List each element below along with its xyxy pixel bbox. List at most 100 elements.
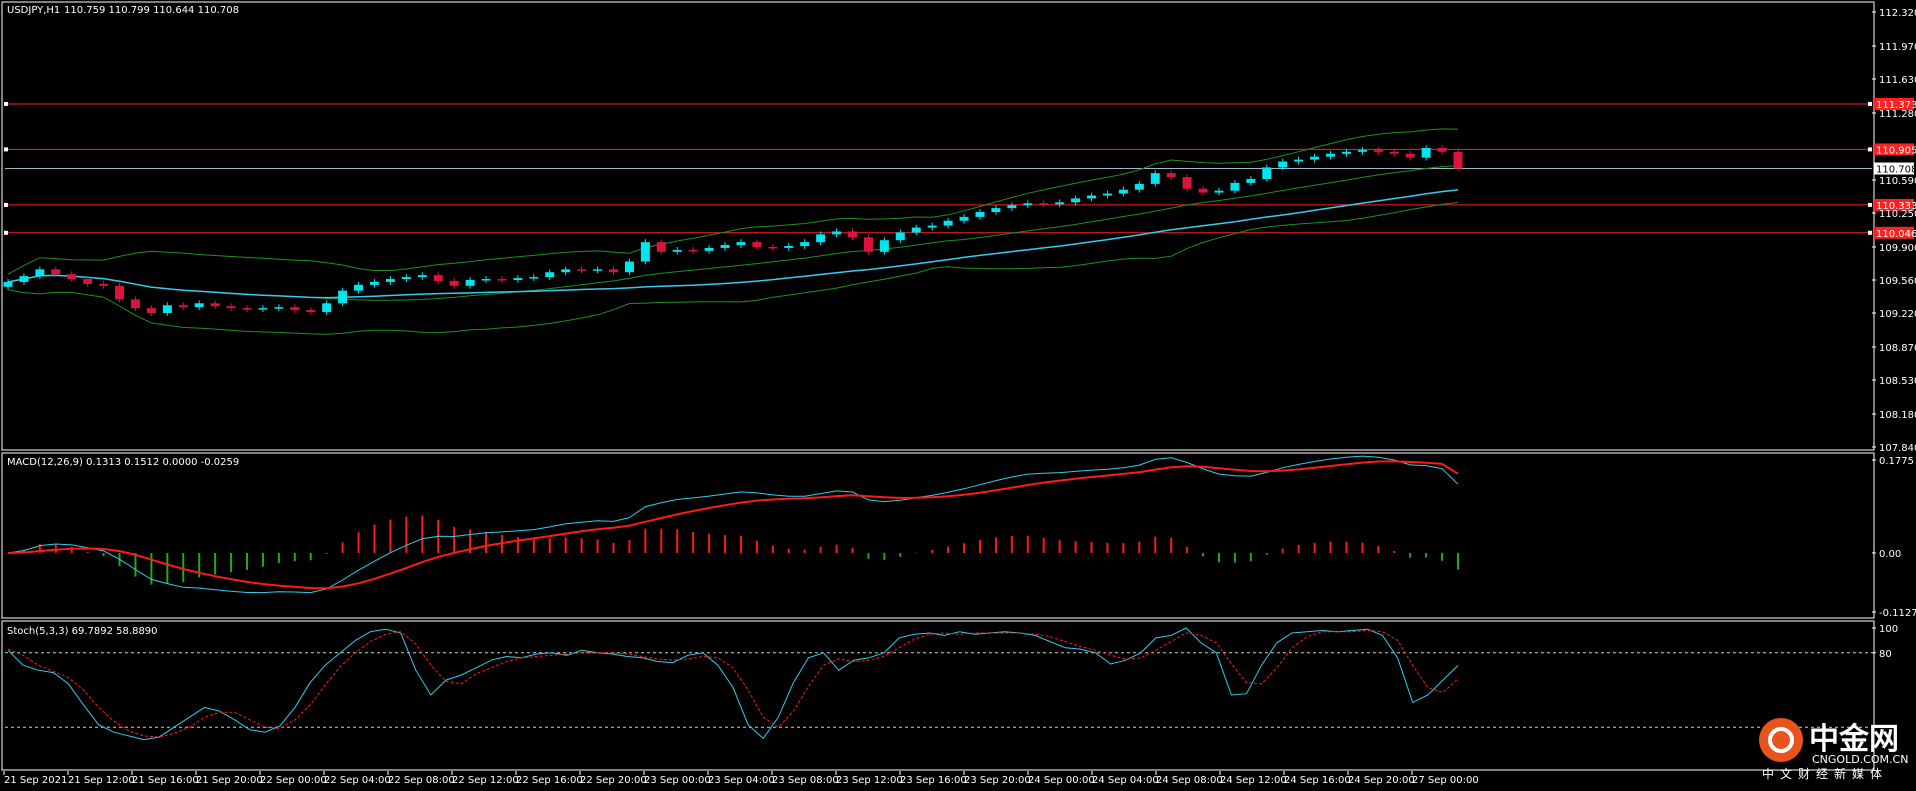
price-tick-label: 111.280 — [1879, 109, 1916, 120]
time-tick-label: 23 Sep 12:00 — [836, 775, 903, 786]
macd-tick-label: 0.1775 — [1879, 456, 1914, 467]
candle-body — [162, 305, 172, 314]
candle-body — [35, 269, 45, 277]
candle — [1453, 148, 1463, 172]
watermark-domain: CNGOLD.COM.CN — [1812, 753, 1908, 766]
candle-body — [1023, 203, 1033, 206]
candle-body — [3, 281, 13, 287]
candle-body — [672, 249, 682, 252]
candle-body — [226, 306, 236, 309]
candle-body — [1326, 153, 1336, 157]
candle-body — [385, 279, 395, 282]
time-tick-label: 24 Sep 04:00 — [1092, 775, 1159, 786]
level-handle — [1868, 202, 1872, 207]
candle-body — [640, 242, 650, 262]
time-tick-label: 22 Sep 00:00 — [260, 775, 327, 786]
time-tick-label: 27 Sep 00:00 — [1412, 775, 1479, 786]
price-tick-label: 110.590 — [1879, 176, 1916, 187]
cngold-watermark: 中金网 CNGOLD.COM.CN 中文财经新媒体 — [1759, 718, 1908, 781]
candle-body — [369, 281, 379, 285]
candle-body — [115, 285, 125, 300]
cngold-logo-icon — [1759, 718, 1803, 762]
time-tick-label: 24 Sep 20:00 — [1348, 775, 1415, 786]
candle-body — [194, 303, 204, 308]
candle-body — [975, 212, 985, 217]
level-tag-label: 110.905 — [1876, 145, 1916, 156]
candle-body — [704, 247, 714, 251]
candle-body — [656, 242, 666, 252]
candle-body — [19, 276, 29, 282]
candle-body — [417, 275, 427, 278]
candle-body — [1453, 151, 1463, 169]
candle-body — [561, 269, 571, 273]
time-tick-label: 21 Sep 16:00 — [132, 775, 199, 786]
candle-body — [736, 242, 746, 246]
price-tick-label: 108.870 — [1879, 343, 1916, 354]
candle-body — [1341, 151, 1351, 154]
candle-body — [51, 269, 61, 275]
price-tick-label: 111.970 — [1879, 42, 1916, 53]
candle-body — [593, 269, 603, 271]
time-tick-label: 21 Sep 12:00 — [68, 775, 135, 786]
candle-body — [577, 269, 587, 271]
candle-body — [1134, 183, 1144, 190]
candle-body — [943, 220, 953, 226]
candle-body — [465, 279, 475, 286]
candle-body — [1246, 179, 1256, 183]
time-tick-label: 23 Sep 08:00 — [772, 775, 839, 786]
candle — [640, 239, 650, 265]
time-tick-label: 22 Sep 16:00 — [516, 775, 583, 786]
candle-body — [720, 245, 730, 248]
candle-body — [1421, 147, 1431, 158]
candle-body — [816, 234, 826, 243]
candle-body — [1262, 167, 1272, 180]
candle-body — [1373, 149, 1383, 152]
candle-body — [1389, 151, 1399, 154]
time-tick-label: 22 Sep 12:00 — [452, 775, 519, 786]
candle-body — [513, 278, 523, 280]
candle-body — [752, 242, 762, 247]
time-tick-label: 24 Sep 12:00 — [1220, 775, 1287, 786]
price-tick-label: 108.180 — [1879, 410, 1916, 421]
symbol-label: USDJPY,H1 — [7, 5, 60, 16]
candle-body — [1405, 153, 1415, 158]
price-tick-label: 109.560 — [1879, 276, 1916, 287]
candle-body — [768, 246, 778, 249]
ohlc-label: 110.759 110.799 110.644 110.708 — [64, 5, 239, 16]
candle-body — [178, 305, 188, 308]
macd-indicator-label: MACD(12,26,9) 0.1313 0.1512 0.0000 -0.02… — [7, 457, 239, 468]
candle-body — [67, 274, 77, 280]
time-tick-label: 24 Sep 08:00 — [1156, 775, 1223, 786]
candle-body — [274, 307, 284, 309]
candle-body — [1007, 205, 1017, 209]
candle-body — [481, 279, 491, 281]
candle-body — [1294, 159, 1304, 162]
candle-body — [146, 308, 156, 314]
candle-body — [1118, 189, 1128, 194]
candle-body — [1437, 147, 1447, 152]
macd-tick-label: 0.00 — [1879, 549, 1901, 560]
candle-body — [848, 231, 858, 238]
candle-body — [354, 284, 364, 291]
candle-body — [1039, 203, 1049, 205]
price-tick-label: 109.220 — [1879, 309, 1916, 320]
candle-body — [210, 303, 220, 307]
candle-body — [1102, 193, 1112, 196]
level-handle — [1868, 101, 1872, 106]
candle-body — [832, 231, 842, 235]
stoch-tick-label: 80 — [1879, 649, 1892, 660]
candle-body — [927, 225, 937, 228]
candle-body — [1166, 173, 1176, 178]
level-tag-label: 110.046 — [1876, 229, 1916, 240]
candle-body — [1055, 202, 1065, 205]
time-tick-label: 24 Sep 00:00 — [1028, 775, 1095, 786]
candle-body — [306, 310, 316, 313]
candle-body — [433, 275, 443, 281]
time-tick-label: 23 Sep 16:00 — [900, 775, 967, 786]
level-handle — [1868, 230, 1872, 235]
level-handle — [4, 147, 8, 152]
candle-body — [688, 249, 698, 252]
candle-body — [879, 240, 889, 252]
candle-body — [1230, 182, 1240, 191]
candle-body — [911, 227, 921, 233]
